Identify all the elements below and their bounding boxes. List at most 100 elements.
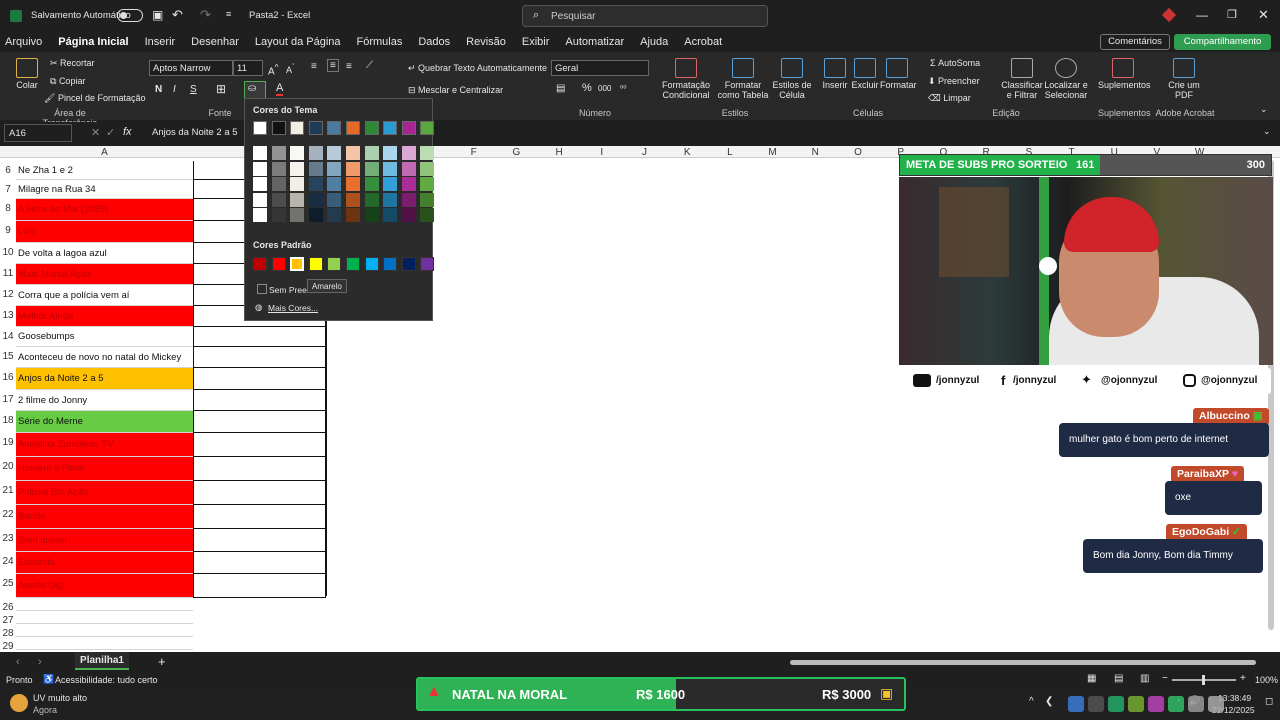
tab-exibir[interactable]: Exibir [522, 32, 550, 52]
row-header[interactable]: 10 [0, 247, 16, 268]
theme-shade-swatch[interactable] [420, 161, 435, 176]
close-icon[interactable]: ✕ [1258, 7, 1269, 23]
tab-revis-o[interactable]: Revisão [466, 32, 506, 52]
thousands-icon[interactable]: 000 [598, 84, 611, 93]
theme-shade-swatch[interactable] [327, 208, 342, 222]
search-input[interactable]: ⌕ Pesquisar [522, 5, 768, 27]
name-box[interactable]: A16 [4, 124, 72, 142]
theme-color-swatch[interactable] [364, 121, 379, 135]
theme-shade-swatch[interactable] [401, 146, 416, 160]
number-format-select[interactable]: Geral [551, 60, 649, 76]
row-header[interactable]: 27 [0, 615, 16, 628]
column-header-a[interactable]: A [16, 147, 193, 158]
column-header-h[interactable]: H [538, 147, 580, 158]
add-sheet-icon[interactable]: + [158, 654, 166, 669]
tab-desenhar[interactable]: Desenhar [191, 32, 239, 52]
create-pdf-button[interactable]: Crie um PDF [1164, 58, 1204, 100]
theme-shade-swatch[interactable] [364, 161, 379, 176]
horizontal-scrollbar[interactable] [790, 660, 1256, 665]
theme-color-swatch[interactable] [253, 121, 267, 135]
tray-app-icon[interactable] [1188, 696, 1204, 712]
share-button[interactable]: Compartilhamento [1174, 34, 1271, 50]
row-header[interactable]: 8 [0, 203, 16, 225]
theme-shade-swatch[interactable] [383, 146, 398, 160]
column-header-g[interactable]: G [495, 147, 537, 158]
tab-layout-da-p-gina[interactable]: Layout da Página [255, 32, 341, 52]
currency-icon[interactable]: ▤ [556, 83, 565, 94]
standard-color-swatch[interactable] [253, 257, 267, 271]
theme-shade-swatch[interactable] [420, 177, 435, 191]
theme-shade-swatch[interactable] [271, 146, 286, 160]
tray-app-icon[interactable] [1088, 696, 1104, 712]
theme-shade-swatch[interactable] [253, 208, 267, 222]
theme-shade-swatch[interactable] [290, 192, 305, 207]
delete-cells-button[interactable]: Excluir [850, 58, 880, 90]
column-header-k[interactable]: K [666, 147, 708, 158]
save-icon[interactable]: ▣ [152, 8, 163, 22]
table-row[interactable]: Policial Em Ação [16, 481, 193, 505]
minimize-icon[interactable]: — [1196, 8, 1208, 22]
theme-shade-swatch[interactable] [308, 177, 323, 191]
row-header[interactable]: 7 [0, 184, 16, 203]
empty-cell[interactable] [193, 433, 326, 457]
row-header[interactable]: 13 [0, 310, 16, 331]
autosum-button[interactable]: Σ AutoSoma [930, 58, 980, 68]
row-header[interactable]: 28 [0, 628, 16, 641]
row-header[interactable]: 19 [0, 437, 16, 461]
table-row[interactable]: Aconteceu de novo no natal do Mickey [16, 347, 193, 368]
column-header-n[interactable]: N [794, 147, 836, 158]
theme-color-swatch[interactable] [420, 121, 435, 135]
conditional-format-button[interactable]: Formatação Condicional [660, 58, 712, 100]
undo-icon[interactable]: ↶ [172, 7, 183, 23]
row-header[interactable]: 6 [0, 165, 16, 184]
tray-app-icon[interactable] [1168, 696, 1184, 712]
theme-shade-swatch[interactable] [308, 161, 323, 176]
cut-button[interactable]: ✂ Recortar [50, 58, 95, 68]
table-row[interactable] [16, 624, 193, 637]
theme-shade-swatch[interactable] [346, 161, 360, 176]
tab-ajuda[interactable]: Ajuda [640, 32, 668, 52]
theme-shade-swatch[interactable] [308, 208, 323, 222]
sort-filter-button[interactable]: Classificar e Filtrar [1000, 58, 1044, 100]
table-row[interactable]: Lolo [16, 221, 193, 243]
table-row[interactable]: Sem querer [16, 529, 193, 552]
theme-shade-swatch[interactable] [401, 161, 416, 176]
comments-button[interactable]: Comentários [1100, 34, 1170, 50]
theme-shade-swatch[interactable] [364, 177, 379, 191]
empty-cell[interactable] [193, 457, 326, 481]
addins-button[interactable]: Suplementos [1098, 58, 1151, 90]
theme-shade-swatch[interactable] [327, 161, 342, 176]
font-size-select[interactable]: 11 [233, 60, 263, 76]
zoom-level[interactable]: 100% [1255, 675, 1278, 685]
standard-color-swatch[interactable] [420, 257, 435, 271]
standard-color-swatch[interactable] [346, 257, 360, 271]
theme-shade-swatch[interactable] [420, 192, 435, 207]
zoom-in-icon[interactable]: + [1240, 673, 1246, 684]
theme-shade-swatch[interactable] [271, 161, 286, 176]
maximize-icon[interactable]: ❐ [1227, 8, 1237, 21]
theme-shade-swatch[interactable] [383, 208, 398, 222]
page-break-icon[interactable]: ▥ [1140, 673, 1149, 684]
row-header[interactable]: 22 [0, 509, 16, 533]
tab-p-gina-inicial[interactable]: Página Inicial [58, 32, 129, 54]
empty-cell[interactable] [193, 347, 326, 368]
table-row[interactable]: Escondo [16, 552, 193, 574]
find-select-button[interactable]: Localizar e Selecionar [1042, 58, 1090, 100]
tab-inserir[interactable]: Inserir [145, 32, 176, 52]
page-layout-icon[interactable]: ▤ [1114, 673, 1123, 684]
empty-cell[interactable] [193, 552, 326, 574]
theme-shade-swatch[interactable] [327, 192, 342, 207]
table-row[interactable]: Melhor Ainda [16, 306, 193, 327]
row-header[interactable]: 9 [0, 225, 16, 247]
more-colors-option[interactable]: ◍ Mais Cores... [253, 302, 423, 316]
tray-icon[interactable]: ❮ [1045, 696, 1053, 707]
theme-shade-swatch[interactable] [383, 177, 398, 191]
sheet-tab-planilha1[interactable]: Planilha1 [75, 652, 129, 670]
theme-shade-swatch[interactable] [346, 208, 360, 222]
theme-shade-swatch[interactable] [308, 146, 323, 160]
column-header-m[interactable]: M [752, 147, 794, 158]
row-header[interactable]: 17 [0, 394, 16, 415]
normal-view-icon[interactable]: ▦ [1087, 673, 1096, 684]
theme-shade-swatch[interactable] [253, 161, 267, 176]
theme-shade-swatch[interactable] [290, 177, 305, 191]
